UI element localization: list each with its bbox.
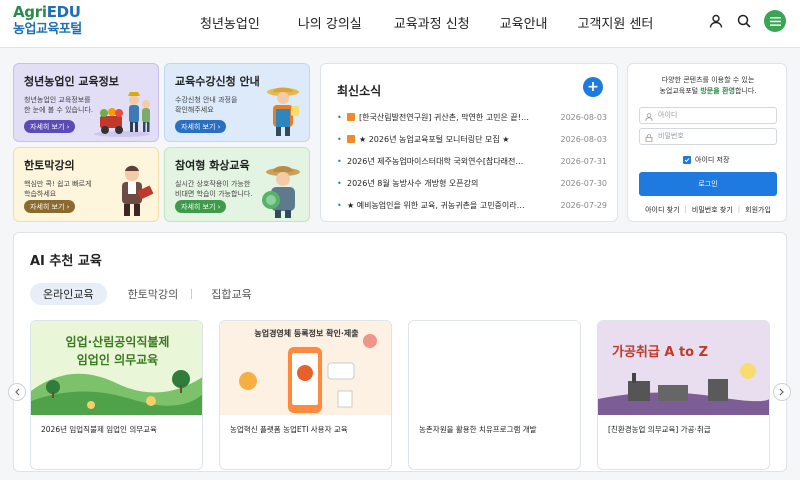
tab-group-class[interactable]: 집합교육: [198, 283, 264, 305]
ai-recommend-section: AI 추천 교육 온라인교육 한토막강의 집합교육 임업·산림공익직불제 임업인…: [13, 232, 787, 472]
id-input[interactable]: 아이디: [639, 107, 777, 124]
nav-course-apply[interactable]: 교육과정 신청: [394, 13, 470, 32]
news-item[interactable]: • [한국산림발전연구원] 귀산촌, 막연한 고민은 끝!… 2026-08-0…: [337, 106, 607, 128]
course-title: [친환경농업 의무교육] 가공·취급: [608, 425, 711, 434]
login-intro-highlight: 방문을 환영: [700, 86, 735, 95]
save-id-label: 아이디 저장: [695, 156, 730, 164]
bullet-icon: •: [337, 156, 342, 166]
notice-badge-icon: [347, 135, 355, 143]
find-password-link[interactable]: 비밀번호 찾기: [687, 205, 738, 215]
news-item-date: 2026-07-30: [560, 178, 608, 188]
signup-link[interactable]: 회원가입: [740, 205, 776, 215]
checkbox-checked-icon: [683, 156, 691, 164]
thumbnail-title-line2: 임업인 의무교육: [76, 353, 159, 367]
banner-more-button[interactable]: 자세히 보기 ›: [24, 120, 76, 133]
news-item-title: ★ 예비농업인을 위한 교육, 귀농귀촌을 고민중이라…: [347, 200, 525, 210]
course-card[interactable]: 가공취급 A to Z [친환경농업 의무교육] 가공·취급: [597, 320, 770, 470]
news-more-plus-icon[interactable]: +: [583, 77, 603, 97]
course-card[interactable]: 농촌자원을 활용한 치유프로그램 개발: [408, 320, 581, 470]
farmer-cabbage-illustration: [262, 166, 300, 218]
news-item-date: 2026-08-03: [560, 134, 608, 144]
bullet-icon: •: [337, 134, 342, 144]
news-item[interactable]: • 2026년 8월 농방사수 개방형 오픈강의 2026-07-30: [337, 172, 607, 194]
banner-live-class[interactable]: 참여형 화상교육 실시간 상호작용이 가능한 비대면 학습이 가능합니다. 자세…: [164, 147, 310, 222]
news-item[interactable]: • 2026년 제주농업마이스터대학 국외연수[참다래전… 2026-07-31: [337, 150, 607, 172]
thumbnail-title-line1: 임업·산림공익직불제: [65, 335, 170, 349]
tab-divider: [191, 289, 193, 299]
login-button[interactable]: 로그인: [639, 172, 777, 196]
site-header: AgriEDU 농업교육포털 청년농업인 나의 강의실 교육과정 신청 교육안내…: [0, 0, 800, 48]
bullet-icon: •: [337, 112, 342, 122]
nav-young-farmer[interactable]: 청년농업인: [200, 13, 260, 32]
news-item-date: 2026-07-31: [560, 156, 608, 166]
ai-tabs: 온라인교육 한토막강의 집합교육: [30, 283, 265, 305]
site-logo[interactable]: AgriEDU 농업교육포털: [13, 3, 82, 37]
lecturer-illustration: [122, 165, 154, 216]
news-item-title: 2026년 제주농업마이스터대학 국외연수[참다래전…: [347, 156, 524, 166]
course-card[interactable]: 임업·산림공익직불제 임업인 의무교육 2026년 임업직불제 임업인 의무교육: [30, 320, 203, 470]
nav-my-classroom[interactable]: 나의 강의실: [298, 13, 362, 32]
login-links: 아이디 찾기 | 비밀번호 찾기 | 회원가입: [628, 205, 788, 215]
main-nav: 청년농업인 나의 강의실 교육과정 신청 교육안내 고객지원 센터: [183, 0, 691, 44]
save-id-checkbox[interactable]: 아이디 저장: [683, 155, 729, 165]
logo-subtitle: 농업교육포털: [13, 22, 82, 37]
chevron-right-icon: [779, 388, 784, 396]
logo-agri: Agri: [13, 3, 47, 21]
news-item-title: 2026년 8월 농방사수 개방형 오픈강의: [347, 178, 479, 188]
nav-edu-guide[interactable]: 교육안내: [500, 13, 548, 32]
notice-badge-icon: [347, 113, 355, 121]
course-cards: 임업·산림공익직불제 임업인 의무교육 2026년 임업직불제 임업인 의무교육…: [30, 320, 770, 480]
ai-section-title: AI 추천 교육: [30, 254, 102, 269]
course-thumbnail: 농업경영체 등록정보 확인·제출: [220, 321, 391, 415]
news-item[interactable]: • ★ 2026년 농업교육포털 모니터링단 모집 ★ 2026-08-03: [337, 128, 607, 150]
header-icons: [698, 10, 786, 32]
search-icon[interactable]: [734, 11, 754, 31]
course-thumbnail: 가공취급 A to Z: [598, 321, 769, 415]
course-thumbnail: [409, 321, 580, 415]
password-input[interactable]: 비밀번호: [639, 128, 777, 145]
user-icon[interactable]: [706, 11, 726, 31]
find-id-link[interactable]: 아이디 찾기: [640, 205, 684, 215]
news-panel: 최신소식 + • [한국산림발전연구원] 귀산촌, 막연한 고민은 끝!… 20…: [320, 63, 618, 222]
tab-short-lecture[interactable]: 한토막강의: [115, 283, 192, 305]
banner-more-button[interactable]: 자세히 보기 ›: [175, 200, 227, 213]
news-item[interactable]: • ★ 예비농업인을 위한 교육, 귀농귀촌을 고민중이라… 2026-07-2…: [337, 194, 607, 216]
login-intro-line1: 다양한 콘텐츠를 이용할 수 있는: [661, 76, 755, 84]
news-item-title: ★ 2026년 농업교육포털 모니터링단 모집 ★: [359, 134, 510, 144]
nav-customer-center[interactable]: 고객지원 센터: [578, 13, 654, 32]
bullet-icon: •: [337, 178, 342, 188]
news-item-date: 2026-07-29: [560, 200, 608, 210]
login-intro-line2c: 합니다.: [734, 86, 757, 95]
logo-edu: EDU: [46, 3, 81, 21]
user-icon: [645, 112, 653, 127]
lock-icon: [645, 133, 653, 148]
id-placeholder: 아이디: [658, 111, 678, 119]
login-intro: 다양한 콘텐츠를 이용할 수 있는 농업교육포털 방문을 환영합니다.: [628, 75, 788, 96]
course-thumbnail: 임업·산림공익직불제 임업인 의무교육: [31, 321, 202, 415]
tab-online[interactable]: 온라인교육: [30, 283, 107, 305]
farmers-illustration: [94, 92, 150, 137]
news-title: 최신소식: [337, 84, 382, 98]
course-card[interactable]: 농업경영체 등록정보 확인·제출 농업혁신 플랫폼 농업ETI 사용자 교육: [219, 320, 392, 470]
banner-more-button[interactable]: 자세히 보기 ›: [24, 200, 76, 213]
course-title: 2026년 임업직불제 임업인 의무교육: [41, 425, 157, 434]
news-list: • [한국산림발전연구원] 귀산촌, 막연한 고민은 끝!… 2026-08-0…: [337, 106, 607, 216]
banner-short-lecture[interactable]: 한토막강의 핵심만 콕! 쉽고 빠르게 학습하세요 자세히 보기 ›: [13, 147, 159, 222]
banner-more-button[interactable]: 자세히 보기 ›: [175, 120, 227, 133]
login-intro-line2a: 농업교육포털: [659, 86, 701, 95]
carousel-next-button[interactable]: [773, 383, 791, 401]
news-item-date: 2026-08-03: [560, 112, 608, 122]
news-item-title: [한국산림발전연구원] 귀산촌, 막연한 고민은 끝!…: [359, 112, 530, 122]
menu-icon[interactable]: [764, 10, 786, 32]
bullet-icon: •: [337, 200, 342, 210]
course-title: 농촌자원을 활용한 치유프로그램 개발: [419, 425, 537, 434]
password-placeholder: 비밀번호: [658, 132, 684, 140]
login-panel: 다양한 콘텐츠를 이용할 수 있는 농업교육포털 방문을 환영합니다. 아이디 …: [627, 63, 787, 222]
banner-course-apply-guide[interactable]: 교육수강신청 안내 수강신청 안내 과정을 확인해주세요 자세히 보기 ›: [164, 63, 310, 142]
course-title: 농업혁신 플랫폼 농업ETI 사용자 교육: [230, 425, 348, 434]
farmer-illustration: [267, 87, 299, 136]
chevron-left-icon: [15, 388, 20, 396]
carousel-prev-button[interactable]: [8, 383, 26, 401]
banner-young-farmer-info[interactable]: 청년농업인 교육정보 청년농업인 교육정보를 한 눈에 볼 수 있습니다. 자세…: [13, 63, 159, 142]
